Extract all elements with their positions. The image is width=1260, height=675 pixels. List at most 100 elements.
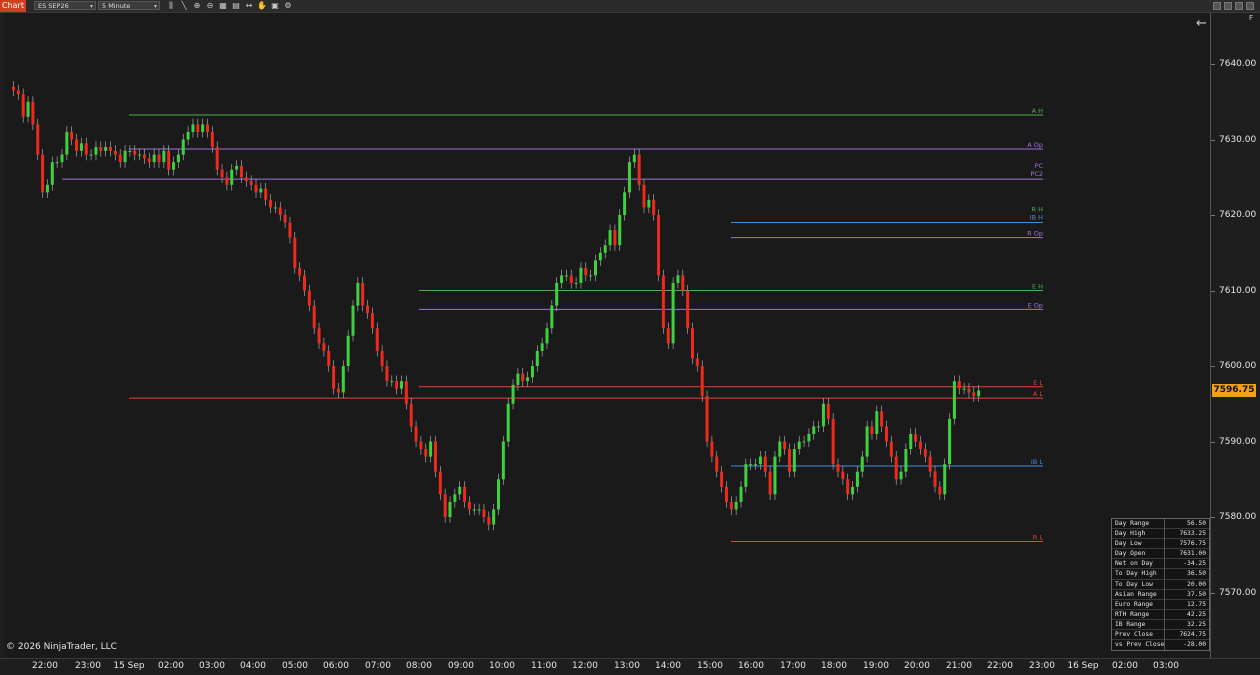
candle-body	[167, 150, 171, 170]
candle-body	[744, 464, 748, 487]
instrument-selector[interactable]: ES SEP26 ▾	[34, 1, 96, 10]
candle-body	[584, 267, 588, 276]
candle-body	[181, 139, 185, 155]
properties-icon[interactable]: ▦	[218, 1, 228, 11]
bars-icon[interactable]: ⫼	[166, 1, 176, 11]
candle-body	[351, 305, 355, 336]
candle-body	[26, 101, 30, 117]
price-tick	[1211, 64, 1215, 65]
stats-key: IB Range	[1115, 620, 1146, 628]
candle-body	[433, 441, 437, 472]
candle-body	[400, 381, 403, 389]
candle-body	[914, 433, 918, 442]
candle-body	[60, 154, 64, 163]
price-label: 7640.00	[1219, 59, 1257, 69]
stats-row: vs Prev Close -28.00	[1112, 640, 1209, 651]
zoom-out-icon[interactable]: ⊖	[205, 1, 215, 11]
candle-body	[705, 396, 709, 442]
candle-body	[511, 384, 515, 404]
maximize-button[interactable]	[1235, 2, 1243, 10]
time-label: 20:00	[904, 661, 930, 671]
level-label: IB L	[1031, 458, 1043, 466]
stats-key: Day Low	[1115, 540, 1142, 548]
candle-body	[283, 215, 287, 223]
candle-body	[729, 501, 733, 510]
time-axis[interactable]: 22:00 23:00 15 Sep 02:00 03:00 04:00 05:00 06:0…	[0, 658, 1260, 675]
stats-value: 37.50	[1187, 590, 1206, 598]
stats-divider	[1164, 630, 1165, 641]
price-label: 7590.00	[1219, 436, 1257, 447]
candle-body	[700, 366, 704, 397]
candle-body	[613, 230, 617, 246]
candle-body	[632, 154, 636, 163]
candle-body	[191, 124, 195, 132]
candle-body	[380, 350, 384, 366]
chart-toolbar: Chart ES SEP26 ▾ 5 Minute ▾ ⫼ ╲ ⊕ ⊖ ▦ ▤ …	[0, 0, 1260, 13]
candle-body	[458, 486, 462, 495]
stats-divider	[1164, 519, 1165, 529]
back-arrow-icon[interactable]: ←	[1196, 16, 1207, 31]
candle-body	[676, 275, 680, 283]
candle-body	[686, 290, 690, 329]
time-label: 08:00	[406, 661, 432, 671]
data-box-icon[interactable]: ▣	[270, 1, 280, 11]
templates-icon[interactable]: ▤	[231, 1, 241, 11]
price-chart[interactable]: A H A Op PCPC2 R HIB H R Op E H E Op E L A L IB L…	[4, 13, 1210, 658]
candle-body	[618, 215, 622, 246]
time-label: 10:00	[489, 661, 515, 671]
candle-body	[938, 486, 942, 495]
draw-icon[interactable]: ╲	[179, 1, 189, 11]
candle-body	[909, 433, 913, 450]
candle-body	[933, 471, 937, 487]
chart-panel[interactable]: A H A Op PC PC2 R H IB H R Op E H E Op E L A L IB L…	[4, 13, 1210, 658]
candle-body	[739, 486, 743, 502]
candle-body	[875, 411, 879, 434]
stats-key: Net on Day	[1115, 560, 1153, 568]
candle-body	[366, 305, 370, 314]
stats-value: 32.25	[1187, 620, 1206, 628]
zoom-in-icon[interactable]: ⊕	[192, 1, 202, 11]
candle-body	[652, 199, 656, 215]
candle-body	[385, 366, 389, 382]
strategy-icon[interactable]: ⚙	[283, 1, 293, 11]
candle-body	[94, 147, 98, 155]
candle-body	[821, 403, 825, 427]
hand-icon[interactable]: ✋	[257, 1, 267, 11]
candle-body	[210, 131, 214, 148]
stats-row: Day Low 7576.75	[1112, 539, 1209, 550]
stats-divider	[1164, 609, 1165, 620]
stats-value: -34.25	[1183, 560, 1206, 568]
scroll-icon[interactable]: ↔	[244, 1, 254, 11]
price-tick	[1211, 139, 1215, 141]
candle-body	[594, 260, 597, 276]
stats-row: Euro Range 12.75	[1112, 599, 1209, 610]
close-button[interactable]	[1246, 2, 1254, 10]
restore-button[interactable]	[1224, 2, 1232, 10]
candle-body	[244, 177, 248, 182]
level-label: IB H	[1030, 214, 1043, 222]
interval-selector[interactable]: 5 Minute ▾	[98, 1, 160, 10]
candle-body	[370, 313, 374, 329]
price-tick	[1211, 592, 1215, 594]
stats-key: Day High	[1115, 530, 1146, 538]
time-label: 02:00	[158, 661, 184, 671]
candle-body	[715, 456, 719, 472]
candle-body	[885, 426, 888, 442]
time-label: 13:00	[614, 661, 640, 671]
candle-body	[375, 328, 379, 351]
candle-body	[298, 267, 302, 276]
candle-body	[545, 328, 549, 344]
candle-body	[157, 154, 161, 163]
candle-body	[734, 501, 738, 510]
candle-body	[332, 366, 336, 389]
chevron-down-icon: ▾	[153, 3, 157, 10]
time-label: 03:00	[1153, 661, 1179, 671]
candle-body	[710, 441, 714, 457]
chart-tab[interactable]: Chart	[0, 0, 26, 12]
time-label: 16 Sep	[1067, 661, 1099, 671]
stats-row: Prev Close 7624.75	[1112, 630, 1209, 641]
minimize-button[interactable]	[1213, 2, 1221, 10]
time-label: 14:00	[655, 661, 681, 671]
candle-body	[16, 90, 20, 95]
candle-body	[196, 124, 200, 132]
